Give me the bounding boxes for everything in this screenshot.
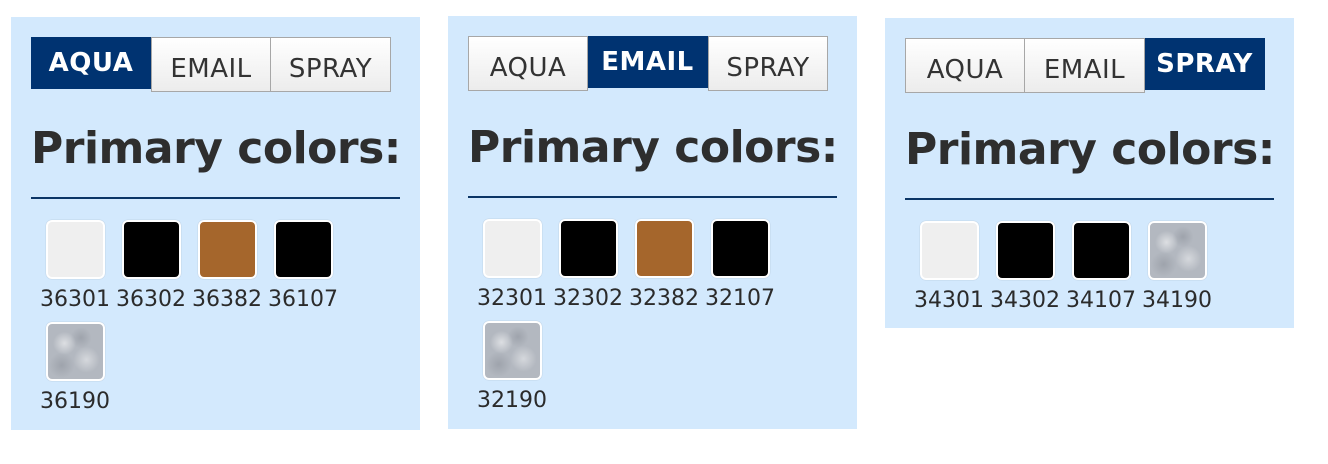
tab-email[interactable]: EMAIL — [1025, 38, 1145, 93]
color-chip[interactable] — [45, 220, 105, 279]
swatch-code: 36190 — [40, 389, 110, 414]
swatch-36107[interactable]: 36107 — [265, 220, 341, 322]
swatch-32301[interactable]: 32301 — [474, 219, 550, 321]
section-heading: Primary colors: — [905, 124, 1275, 175]
color-panel-spray: AQUA EMAIL SPRAY Primary colors: 34301 34… — [885, 18, 1294, 328]
tab-email[interactable]: EMAIL — [151, 37, 271, 92]
swatch-code: 34107 — [1066, 288, 1136, 313]
swatch-code: 32382 — [629, 286, 699, 311]
tab-aqua[interactable]: AQUA — [468, 36, 588, 91]
tab-spray[interactable]: SPRAY — [271, 37, 391, 92]
swatch-36302[interactable]: 36302 — [113, 220, 189, 322]
tab-bar: AQUA EMAIL SPRAY — [905, 38, 1265, 93]
heading-divider — [905, 198, 1274, 200]
section-heading: Primary colors: — [468, 122, 838, 173]
swatch-list: 36301 36302 36382 36107 36190 — [37, 220, 397, 424]
color-chip[interactable] — [482, 321, 542, 380]
color-panel-aqua: AQUA EMAIL SPRAY Primary colors: 36301 36… — [11, 17, 420, 430]
section-heading: Primary colors: — [31, 123, 401, 174]
swatch-code: 36107 — [268, 287, 338, 312]
swatch-code: 34301 — [914, 288, 984, 313]
color-chip[interactable] — [482, 219, 542, 278]
color-chip[interactable] — [995, 221, 1055, 280]
swatch-34302[interactable]: 34302 — [987, 221, 1063, 323]
swatch-list: 32301 32302 32382 32107 32190 — [474, 219, 834, 423]
swatch-34301[interactable]: 34301 — [911, 221, 987, 323]
swatch-code: 32107 — [705, 286, 775, 311]
color-chip[interactable] — [197, 220, 257, 279]
color-chip[interactable] — [45, 322, 105, 381]
swatch-36382[interactable]: 36382 — [189, 220, 265, 322]
tab-aqua[interactable]: AQUA — [905, 38, 1025, 93]
swatch-32382[interactable]: 32382 — [626, 219, 702, 321]
swatch-32302[interactable]: 32302 — [550, 219, 626, 321]
swatch-code: 34190 — [1142, 288, 1212, 313]
swatch-list: 34301 34302 34107 34190 — [911, 221, 1271, 323]
swatch-36190[interactable]: 36190 — [37, 322, 113, 424]
tab-bar: AQUA EMAIL SPRAY — [31, 37, 391, 92]
color-chip[interactable] — [1071, 221, 1131, 280]
color-chip[interactable] — [1147, 221, 1207, 280]
color-chip[interactable] — [121, 220, 181, 279]
color-chip[interactable] — [634, 219, 694, 278]
swatch-code: 36301 — [40, 287, 110, 312]
swatch-34107[interactable]: 34107 — [1063, 221, 1139, 323]
tab-bar: AQUA EMAIL SPRAY — [468, 36, 828, 91]
swatch-36301[interactable]: 36301 — [37, 220, 113, 322]
tab-aqua[interactable]: AQUA — [31, 37, 151, 89]
tab-email[interactable]: EMAIL — [588, 36, 708, 88]
heading-divider — [468, 196, 837, 198]
swatch-34190[interactable]: 34190 — [1139, 221, 1215, 323]
swatch-code: 36302 — [116, 287, 186, 312]
color-chip[interactable] — [558, 219, 618, 278]
color-chip[interactable] — [710, 219, 770, 278]
swatch-code: 32190 — [477, 388, 547, 413]
color-chip[interactable] — [919, 221, 979, 280]
tab-spray[interactable]: SPRAY — [1145, 38, 1265, 90]
swatch-32107[interactable]: 32107 — [702, 219, 778, 321]
swatch-code: 32301 — [477, 286, 547, 311]
color-chip[interactable] — [273, 220, 333, 279]
heading-divider — [31, 197, 400, 199]
swatch-code: 34302 — [990, 288, 1060, 313]
swatch-32190[interactable]: 32190 — [474, 321, 550, 423]
swatch-code: 36382 — [192, 287, 262, 312]
tab-spray[interactable]: SPRAY — [708, 36, 828, 91]
swatch-code: 32302 — [553, 286, 623, 311]
color-panel-email: AQUA EMAIL SPRAY Primary colors: 32301 32… — [448, 16, 857, 429]
